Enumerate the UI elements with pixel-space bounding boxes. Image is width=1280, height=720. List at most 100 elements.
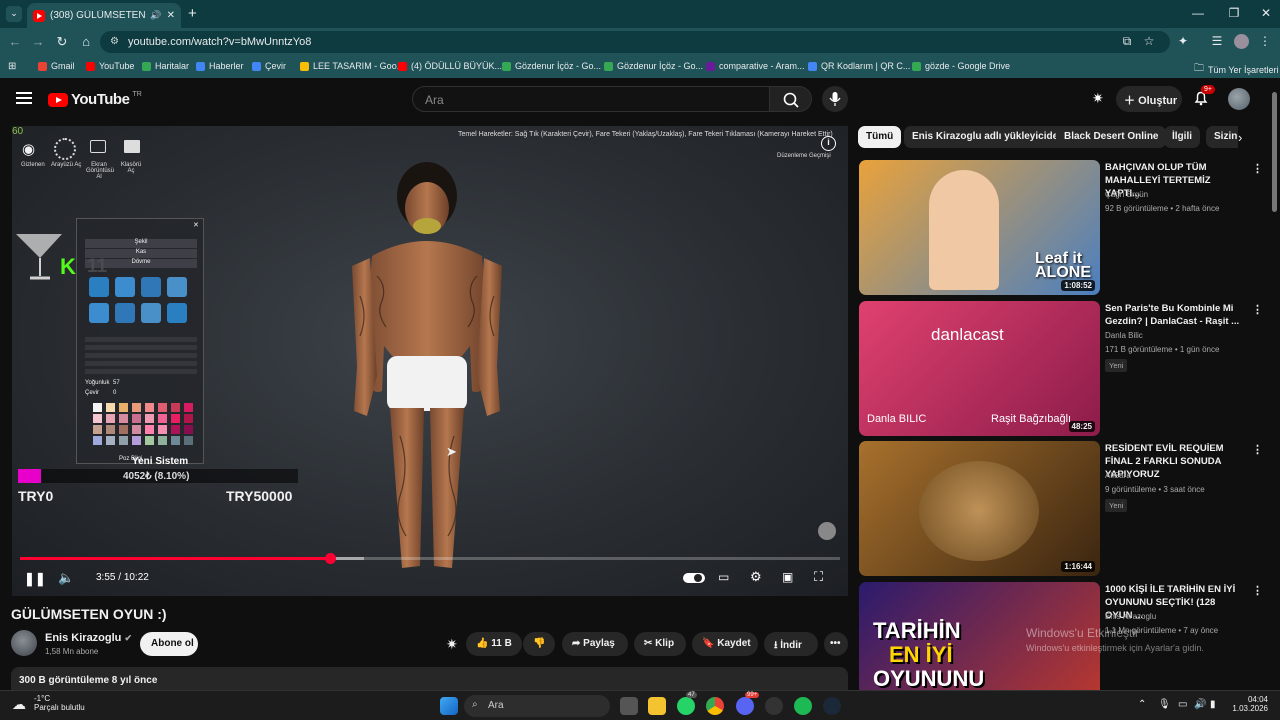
color-swatch[interactable] [158,403,167,412]
color-swatch[interactable] [171,425,180,434]
seek-bar-handle[interactable] [324,553,336,564]
color-swatch[interactable] [184,414,193,423]
autoplay-toggle[interactable] [683,573,705,583]
profile-icon[interactable] [1234,34,1249,49]
minimize-button[interactable]: — [1188,6,1208,20]
color-swatch[interactable] [93,414,102,423]
theater-mode-icon[interactable]: ▣ [782,570,793,584]
home-button[interactable]: ⌂ [77,34,95,49]
new-tab-button[interactable]: + [188,5,197,22]
color-swatch[interactable] [106,414,115,423]
task-view-icon[interactable] [620,697,638,715]
clip-button[interactable]: ✂ Klip [634,632,686,656]
github-icon[interactable] [765,697,783,715]
like-button[interactable]: 👍 11 B [466,632,522,656]
taskbar-search[interactable]: ⌕ Ara [464,695,610,717]
color-swatch[interactable] [93,436,102,445]
more-options-icon[interactable]: ⋮ [1252,443,1263,456]
related-video-title[interactable]: Sen Paris'te Bu Kombinle Mi Gezdin? | Da… [1105,302,1245,328]
fullscreen-icon[interactable]: ⛶ [814,569,823,585]
tattoo-option[interactable] [167,277,187,297]
menu-kebab-icon[interactable]: ⋮ [1256,34,1274,48]
restore-button[interactable]: ❐ [1224,6,1244,20]
chip[interactable]: Tümü [858,126,902,148]
channel-avatar[interactable] [11,630,37,656]
tray-mic-icon[interactable]: 🎙 [1158,699,1171,710]
color-swatch[interactable] [119,436,128,445]
color-swatch[interactable] [93,425,102,434]
tray-display-icon[interactable]: ▭ [1178,699,1187,710]
chrome-icon[interactable] [706,697,724,715]
color-swatch[interactable] [171,414,180,423]
close-window-button[interactable]: ✕ [1256,6,1276,20]
chip[interactable]: Enis Kirazoglu adlı yükleyiciden [904,126,1073,148]
subscribe-button[interactable]: Abone ol [140,632,198,656]
screenshot-camera-icon[interactable] [90,140,106,153]
color-swatch[interactable] [145,403,154,412]
hamburger-menu-icon[interactable] [16,92,32,104]
channel-name[interactable]: Enis Kirazoglu ✔ [45,632,132,644]
tattoo-option[interactable] [141,277,161,297]
related-video-item[interactable]: danlacast Danla BILIC Raşit Bağzıbağlı 48:2… [859,301,1263,437]
panel-row-muscle[interactable]: Kas [85,249,197,258]
bookmark-item[interactable]: Haberler [196,61,244,71]
tray-chevron-icon[interactable]: ⌃ [1138,699,1146,710]
whatsapp-icon[interactable]: 47 [677,692,697,715]
video-info-icon[interactable]: i [821,136,836,151]
forward-button[interactable]: → [29,34,47,49]
back-button[interactable]: ← [6,34,24,49]
tab-search-button[interactable]: ⌄ [6,6,22,22]
pause-button-icon[interactable]: ❚❚ [24,571,46,587]
bookmark-item[interactable]: Gmail [38,61,75,71]
video-thumbnail[interactable]: 1:16:44 [859,441,1100,576]
tray-battery-icon[interactable]: ▮ [1210,699,1216,710]
bookmark-item[interactable]: comparative - Aram... [706,61,805,71]
start-windows-icon[interactable] [440,697,458,715]
notifications-button[interactable]: 9+ [1192,85,1215,107]
open-ui-gears-icon[interactable] [54,138,76,160]
more-actions-button[interactable]: ••• [824,632,848,656]
bookmark-item[interactable]: Haritalar [142,61,189,71]
tattoo-option[interactable] [89,303,109,323]
open-folder-icon[interactable] [124,140,140,153]
tattoo-option[interactable] [167,303,187,323]
video-thumbnail[interactable]: danlacast Danla BILIC Raşit Bağzıbağlı 48:2… [859,301,1100,436]
apps-grid-icon[interactable]: ⊞ [8,61,16,72]
search-input[interactable]: Ara [412,86,770,112]
panel-row-tattoo[interactable]: Dövme [85,259,197,268]
color-swatch[interactable] [184,436,193,445]
chips-next-chevron-icon[interactable]: › [1238,130,1242,145]
tattoo-option[interactable] [115,303,135,323]
tab-close-icon[interactable]: ✕ [167,10,175,21]
color-swatch[interactable] [145,414,154,423]
create-button[interactable]: ＋ Oluştur [1116,86,1182,112]
share-button[interactable]: ➦ Paylaş [562,632,628,656]
search-button[interactable] [770,86,812,112]
tattoo-option[interactable] [115,277,135,297]
weather-widget[interactable]: -1°C Parçalı bulutlu ☁ [12,694,85,712]
more-options-icon[interactable]: ⋮ [1252,303,1263,316]
bookmark-item[interactable]: (4) ÖDÜLLÜ BÜYÜK... [398,61,502,71]
color-swatch[interactable] [158,414,167,423]
related-video-item[interactable]: 1:16:44 RESİDENT EVİL REQUİEM FİNAL 2 FAR… [859,441,1263,577]
more-options-icon[interactable]: ⋮ [1252,162,1263,175]
ask-ai-sparkle-icon[interactable]: ✷ [446,636,458,653]
color-swatch[interactable] [132,414,141,423]
bookmark-item[interactable]: YouTube [86,61,134,71]
browser-tab[interactable]: (308) GÜLÜMSETEN OYUN 🔊 ✕ [27,3,181,28]
related-video-item[interactable]: Leaf it ALONE 1:08:52 BAHÇIVAN OLUP TÜM MA… [859,160,1263,296]
bookmark-item[interactable]: QR Kodlarım | QR C... [808,61,910,71]
all-bookmarks-link[interactable]: 🗀 Tüm Yer İşaretleri [1194,61,1279,78]
color-swatch[interactable] [171,436,180,445]
bookmark-item[interactable]: gözde - Google Drive [912,61,1010,71]
color-swatch[interactable] [184,425,193,434]
color-swatch[interactable] [171,403,180,412]
chip[interactable]: Black Desert Online [1056,126,1167,148]
color-swatch[interactable] [145,425,154,434]
address-bar[interactable]: ⚙ youtube.com/watch?v=bMwUnntzYo8 [100,31,1170,53]
color-swatch[interactable] [184,403,193,412]
speaker-icon[interactable]: 🔊 [150,10,161,21]
save-button[interactable]: 🔖 Kaydet [692,632,758,656]
color-swatch[interactable] [132,436,141,445]
volume-icon[interactable]: 🔈 [58,570,74,586]
